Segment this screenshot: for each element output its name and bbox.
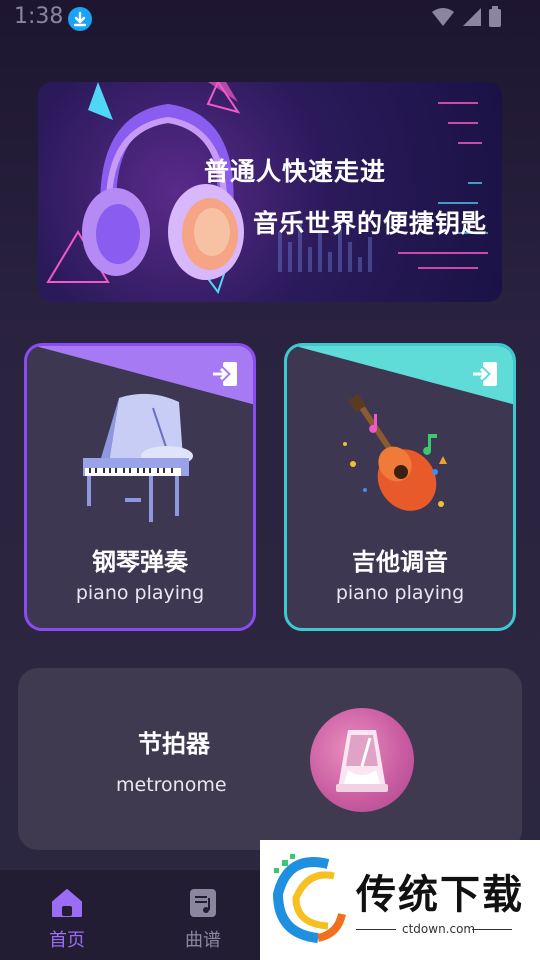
- guitar-card-subtitle: piano playing: [335, 582, 465, 604]
- enter-icon: [213, 362, 237, 386]
- banner-line-2: 音乐世界的便捷钥匙: [253, 209, 488, 238]
- watermark-line-left: [356, 929, 396, 930]
- headphones-icon: [82, 103, 244, 280]
- watermark-url: ctdown.com: [402, 922, 476, 936]
- status-time: 1:38: [14, 4, 64, 29]
- banner-line-1: 普通人快速走进: [204, 157, 387, 186]
- metronome-title: 节拍器: [138, 730, 210, 758]
- banner-decoration: [46, 82, 488, 295]
- nav-home-label: 首页: [49, 930, 85, 951]
- status-bar: 1:38: [0, 0, 540, 38]
- enter-icon: [473, 362, 497, 386]
- guitar-card-title: 吉他调音: [352, 548, 448, 576]
- piano-playing-card[interactable]: 钢琴弹奏 piano playing: [24, 343, 256, 631]
- nav-home[interactable]: 首页: [27, 888, 107, 952]
- piano-card-subtitle: piano playing: [75, 582, 205, 604]
- metronome-icon: [310, 708, 414, 812]
- watermark-overlay: 传统下载 ctdown.com: [260, 840, 540, 960]
- watermark-line-right: [472, 929, 512, 930]
- watermark-logo: [272, 854, 346, 943]
- hero-banner[interactable]: 普通人快速走进 音乐世界的便捷钥匙: [38, 82, 502, 302]
- nav-score[interactable]: 曲谱: [163, 888, 243, 952]
- piano-card-title: 钢琴弹奏: [92, 548, 188, 576]
- status-icons: [432, 6, 502, 28]
- signal-icon: [463, 8, 481, 26]
- download-icon: [68, 7, 92, 31]
- guitar-tuning-card[interactable]: 吉他调音 piano playing: [284, 343, 516, 631]
- battery-icon: [489, 6, 501, 27]
- metronome-subtitle: metronome: [116, 774, 227, 796]
- metronome-card[interactable]: 节拍器 metronome: [18, 668, 522, 850]
- wifi-icon: [432, 8, 454, 26]
- piano-icon: [83, 393, 193, 522]
- watermark-text: 传统下载: [356, 872, 524, 918]
- guitar-icon: [343, 394, 447, 511]
- music-score-icon: [190, 889, 216, 917]
- nav-score-label: 曲谱: [185, 930, 221, 951]
- home-icon: [52, 889, 82, 917]
